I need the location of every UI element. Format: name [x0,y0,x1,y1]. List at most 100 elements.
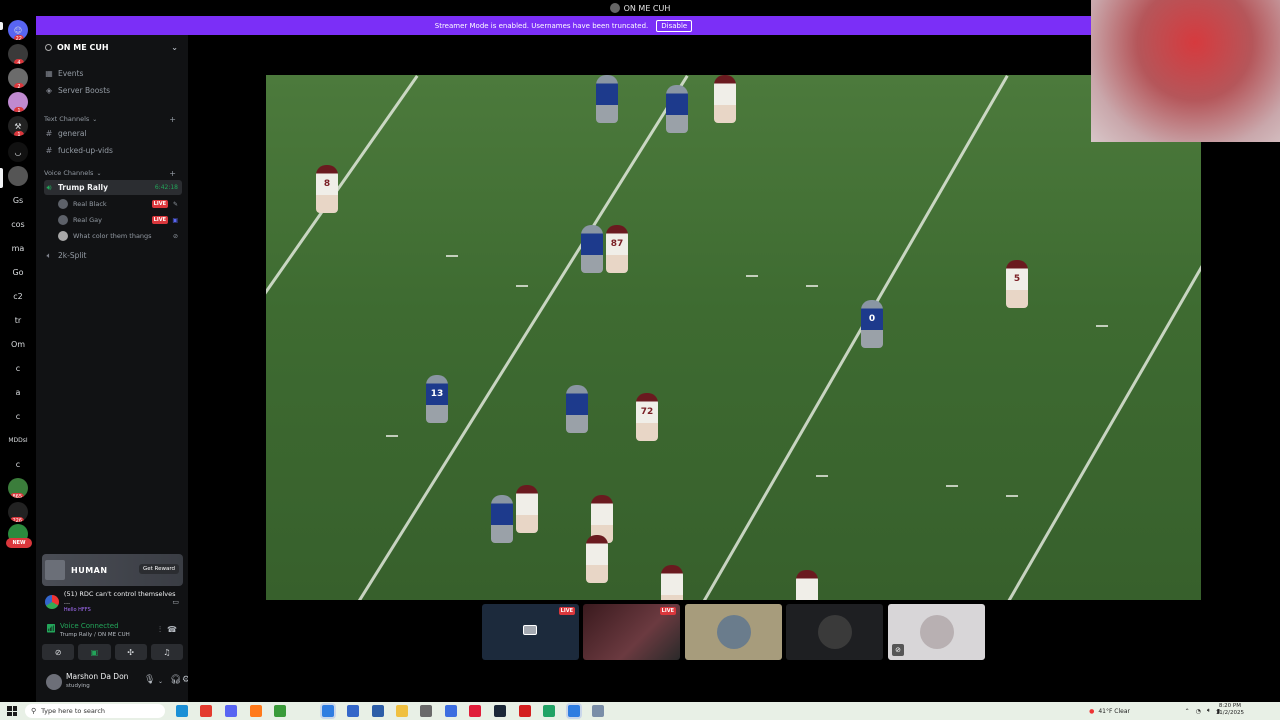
hammer-server-icon[interactable]: ⚒ 1 [8,116,28,136]
server-cos[interactable]: cos [8,214,28,234]
app-icon[interactable] [519,705,531,717]
share-screen-button[interactable]: ▣ [78,644,111,660]
stream-video[interactable]: 8 87 5 0 13 72 [266,75,1201,600]
soundboard-button[interactable]: ♫ [150,644,183,660]
headphones-icon[interactable]: 🎧︎ [170,675,181,685]
clock[interactable]: 8:20 PM 11/2/2025 [1216,703,1244,717]
server-icon-3[interactable]: 1 [8,92,28,112]
server-om[interactable]: Om [8,334,28,354]
get-reward-button[interactable]: Get Reward [138,564,179,574]
system-tray[interactable]: ⌃ ◔ 🔉︎ ▮ [1185,702,1220,720]
video-icon: ▣ [172,216,178,224]
disable-streamer-mode-button[interactable]: Disable [656,19,693,32]
jersey-number: 8 [323,179,331,189]
server-c-3[interactable]: c [8,454,28,474]
screen-share-icon[interactable]: ▭ [172,598,179,606]
search-placeholder: Type here to search [41,707,106,715]
player-home: 5 [1006,260,1028,308]
server-gs[interactable]: Gs [8,190,28,210]
weather-widget[interactable]: ● 41°F Clear [1089,702,1130,720]
promo-card[interactable]: HUMAN Get Reward [42,554,183,586]
opera-icon[interactable] [250,705,262,717]
avatar[interactable] [46,674,62,690]
add-channel-icon[interactable]: + [169,115,176,124]
participant-tile[interactable]: LIVE [583,604,680,660]
app-icon[interactable] [274,705,286,717]
chevron-up-icon[interactable]: ⌃ [1185,708,1190,715]
volume-icon[interactable]: 🔉︎ [1207,707,1211,715]
server-icon-dark[interactable]: 226 [8,502,28,522]
settings-icon[interactable] [420,705,432,717]
user-panel: Marshon Da Don studying 🎙︎ ⌄ 🎧︎ ⚙ [36,666,190,702]
avatar [58,231,68,241]
channel-fucked-up-vids[interactable]: # fucked-up-vids [44,143,182,158]
edge-icon[interactable] [176,705,188,717]
channel-general[interactable]: # general [44,126,182,141]
server-mddsi[interactable]: MDDsI [8,430,28,450]
discord-icon[interactable] [225,705,237,717]
active-app-icon[interactable] [568,705,580,717]
microphone-icon[interactable]: 🎙︎ [144,675,155,685]
camera-off-button[interactable]: ⊘ [42,644,75,660]
direct-messages-icon[interactable]: ☺ 22 [8,20,28,40]
clock-time: 8:20 PM [1218,703,1241,709]
voice-channels-category[interactable]: Voice Channels ⌄ + [44,167,182,179]
voice-location[interactable]: Trump Rally / ON ME CUH [60,632,130,638]
server-c-2[interactable]: c [8,406,28,426]
network-icon[interactable]: ◔ [1196,708,1201,715]
server-icon-1[interactable]: 4 [8,44,28,64]
participant-tile[interactable]: ⊘ [888,604,985,660]
participant-tile[interactable] [786,604,883,660]
add-channel-icon[interactable]: + [169,169,176,178]
participant-tile[interactable] [685,604,782,660]
taskbar-search[interactable]: ⚲ Type here to search [25,704,165,718]
server-c2[interactable]: c2 [8,286,28,306]
server-icon-2[interactable]: 2 [8,68,28,88]
server-header[interactable]: ON ME CUH ⌄ [36,35,188,59]
hash-mark [746,275,758,277]
voice-channel-trump-rally[interactable]: 🔊︎ Trump Rally 6:42:18 [44,180,182,195]
chevron-down-icon: ⌄ [92,115,98,123]
new-badge: NEW [6,538,32,548]
participant-tile[interactable]: LIVE [482,604,579,660]
events-item[interactable]: ▦ Events [44,66,182,81]
mask-server-icon[interactable]: ◡ [8,142,28,162]
voice-channel-2k-split[interactable]: 🔈︎ 2k-Split [44,248,182,263]
activities-button[interactable]: ✣ [114,644,147,660]
file-explorer-icon[interactable] [396,705,408,717]
windows-start-icon[interactable] [7,706,17,716]
excel-icon[interactable] [543,705,555,717]
activity-row[interactable]: (51) RDC can't control themselves ... He… [42,590,183,614]
server-a[interactable]: a [8,382,28,402]
chevron-down-icon: ⌄ [96,169,102,177]
player-home: 87 [606,225,628,273]
activity-text: (51) RDC can't control themselves ... He… [64,590,183,614]
text-channels-category[interactable]: Text Channels ⌄ + [44,113,182,125]
server-boosts-item[interactable]: ◈ Server Boosts [44,83,182,98]
app-icon[interactable] [347,705,359,717]
player-away: 13 [426,375,448,423]
server-ma[interactable]: ma [8,238,28,258]
app-icon[interactable] [445,705,457,717]
hash-mark [806,285,818,287]
voice-status[interactable]: Voice Connected [60,622,119,630]
on-me-cuh-server-icon[interactable] [8,166,28,186]
server-name: ON ME CUH [57,42,109,52]
user-name[interactable]: Marshon Da Don [66,672,128,681]
voice-user-what-color[interactable]: What color them thangs ⊘ [58,229,182,243]
server-go[interactable]: Go [8,262,28,282]
app-icon[interactable] [372,705,384,717]
chrome-icon[interactable] [200,705,212,717]
disconnect-icon[interactable]: ☎ [167,625,177,634]
server-icon-green[interactable]: 865 [8,478,28,498]
app-icon[interactable] [469,705,481,717]
app-icon[interactable] [592,705,604,717]
noise-suppression-icon[interactable]: ⫶ [159,625,161,635]
steam-icon[interactable] [494,705,506,717]
server-tr[interactable]: tr [8,310,28,330]
active-app-icon[interactable] [322,705,334,717]
voice-user-real-gay[interactable]: Real Gay LIVE ▣ [58,213,182,227]
voice-user-real-black[interactable]: Real Black LIVE ✎ [58,197,182,211]
server-c[interactable]: c [8,358,28,378]
chevron-down-icon[interactable]: ⌄ [158,678,163,685]
